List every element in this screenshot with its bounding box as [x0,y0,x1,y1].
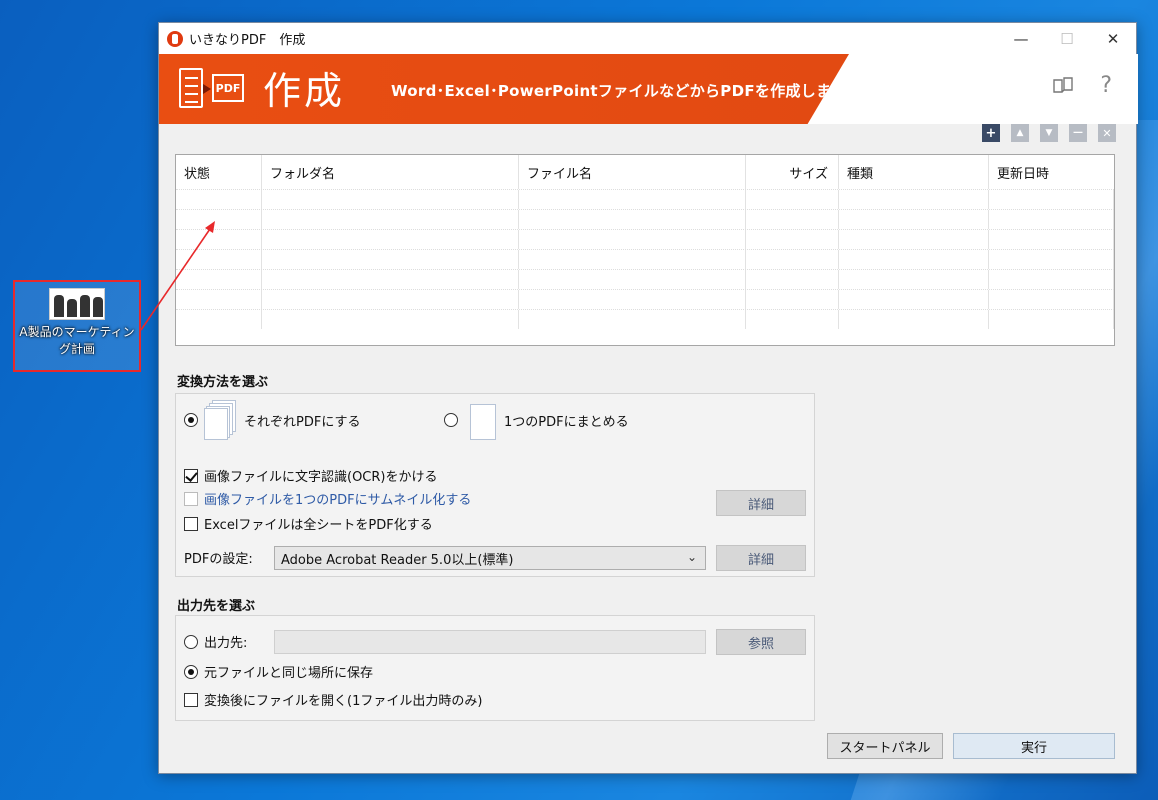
move-up-button[interactable]: ▲ [1011,124,1029,142]
book-icon[interactable] [1052,77,1074,100]
table-header: 状態 フォルダ名 ファイル名 サイズ 種類 更新日時 [176,155,1114,189]
checkbox-open-after[interactable] [184,692,198,707]
pdf-setting-detail-button[interactable]: 詳細 [716,545,806,571]
radio-merge-pdf[interactable] [444,413,458,427]
output-options-group: 出力先: 参照 元ファイルと同じ場所に保存 変換後にファイルを開く(1ファイル出… [175,615,815,721]
move-down-button[interactable]: ▼ [1040,124,1058,142]
table-row [176,309,1114,329]
window-title: いきなりPDF 作成 [189,33,306,48]
banner: PDF 作成 Word･Excel･PowerPointファイルなどからPDFを… [159,54,849,124]
single-document-icon [464,400,498,440]
minimize-button[interactable]: — [998,23,1044,54]
column-header-status[interactable]: 状態 [176,155,262,189]
radio-output-dest[interactable] [184,634,198,649]
create-pdf-icon: PDF [179,68,245,110]
column-header-size[interactable]: サイズ [746,155,839,189]
table-row [176,269,1114,289]
clear-list-button[interactable]: ✕ [1098,124,1116,142]
output-section-label: 出力先を選ぶ [177,599,256,614]
pdf-setting-label-row: PDFの設定: [184,528,253,567]
column-header-type[interactable]: 種類 [839,155,989,189]
browse-button[interactable]: 参照 [716,629,806,655]
table-row [176,289,1114,309]
column-header-filename[interactable]: ファイル名 [519,155,746,189]
radio-each-pdf[interactable] [184,413,198,427]
app-window: いきなりPDF 作成 — ☐ ✕ PDF 作成 Word･Excel･Power… [158,22,1138,774]
maximize-button[interactable]: ☐ [1044,23,1090,54]
title-bar[interactable]: いきなりPDF 作成 — ☐ ✕ [159,23,1136,54]
window-controls: — ☐ ✕ [998,23,1136,54]
app-logo-icon [167,30,183,47]
table-row [176,249,1114,269]
run-button[interactable]: 実行 [953,733,1115,759]
table-row [176,189,1114,209]
conversion-section-label: 変換方法を選ぶ [177,375,269,390]
column-header-folder[interactable]: フォルダ名 [262,155,519,189]
table-row [176,209,1114,229]
remove-file-button[interactable]: — [1069,124,1087,142]
banner-subtitle: Word･Excel･PowerPointファイルなどからPDFを作成します [391,82,847,100]
checkbox-ocr[interactable] [184,468,198,483]
close-button[interactable]: ✕ [1090,23,1136,54]
option-each-pdf[interactable]: それぞれPDFにする [184,400,360,440]
list-toolbar: + ▲ ▼ — ✕ [982,124,1116,142]
checkbox-thumbnail[interactable] [184,491,198,506]
option-thumbnail[interactable]: 画像ファイルを1つのPDFにサムネイル化する [184,489,471,508]
banner-title: 作成 [263,69,346,113]
start-panel-button[interactable]: スタートパネル [827,733,943,759]
multi-document-icon [204,400,238,440]
file-thumbnail-icon [49,288,105,320]
radio-same-place[interactable] [184,664,198,679]
option-merge-pdf[interactable]: 1つのPDFにまとめる [444,400,629,440]
pdf-setting-label: PDFの設定: [184,552,253,567]
desktop-file-label-line2: グ計画 [58,342,95,356]
pdf-setting-select[interactable]: Adobe Acrobat Reader 5.0以上(標準) ⌄ [274,546,706,570]
help-button[interactable]: ? [1100,73,1112,98]
file-list-table[interactable]: 状態 フォルダ名 ファイル名 サイズ 種類 更新日時 [175,154,1115,346]
output-path-input[interactable] [274,630,706,654]
column-header-modified[interactable]: 更新日時 [989,155,1114,189]
option-open-after[interactable]: 変換後にファイルを開く(1ファイル出力時のみ) [184,690,482,709]
add-file-button[interactable]: + [982,124,1000,142]
desktop-file-label-line1: A製品のマーケティン [19,325,135,339]
option-same-place[interactable]: 元ファイルと同じ場所に保存 [184,662,373,681]
conversion-options-group: それぞれPDFにする 1つのPDFにまとめる 画像ファイルに文字認識(OCR)を… [175,393,815,577]
option-output-dest[interactable]: 出力先: [184,632,247,651]
chevron-down-icon: ⌄ [686,550,697,564]
desktop-file-icon[interactable]: A製品のマーケティン グ計画 [13,280,141,372]
thumbnail-detail-button[interactable]: 詳細 [716,490,806,516]
table-row [176,229,1114,249]
option-ocr[interactable]: 画像ファイルに文字認識(OCR)をかける [184,466,438,485]
